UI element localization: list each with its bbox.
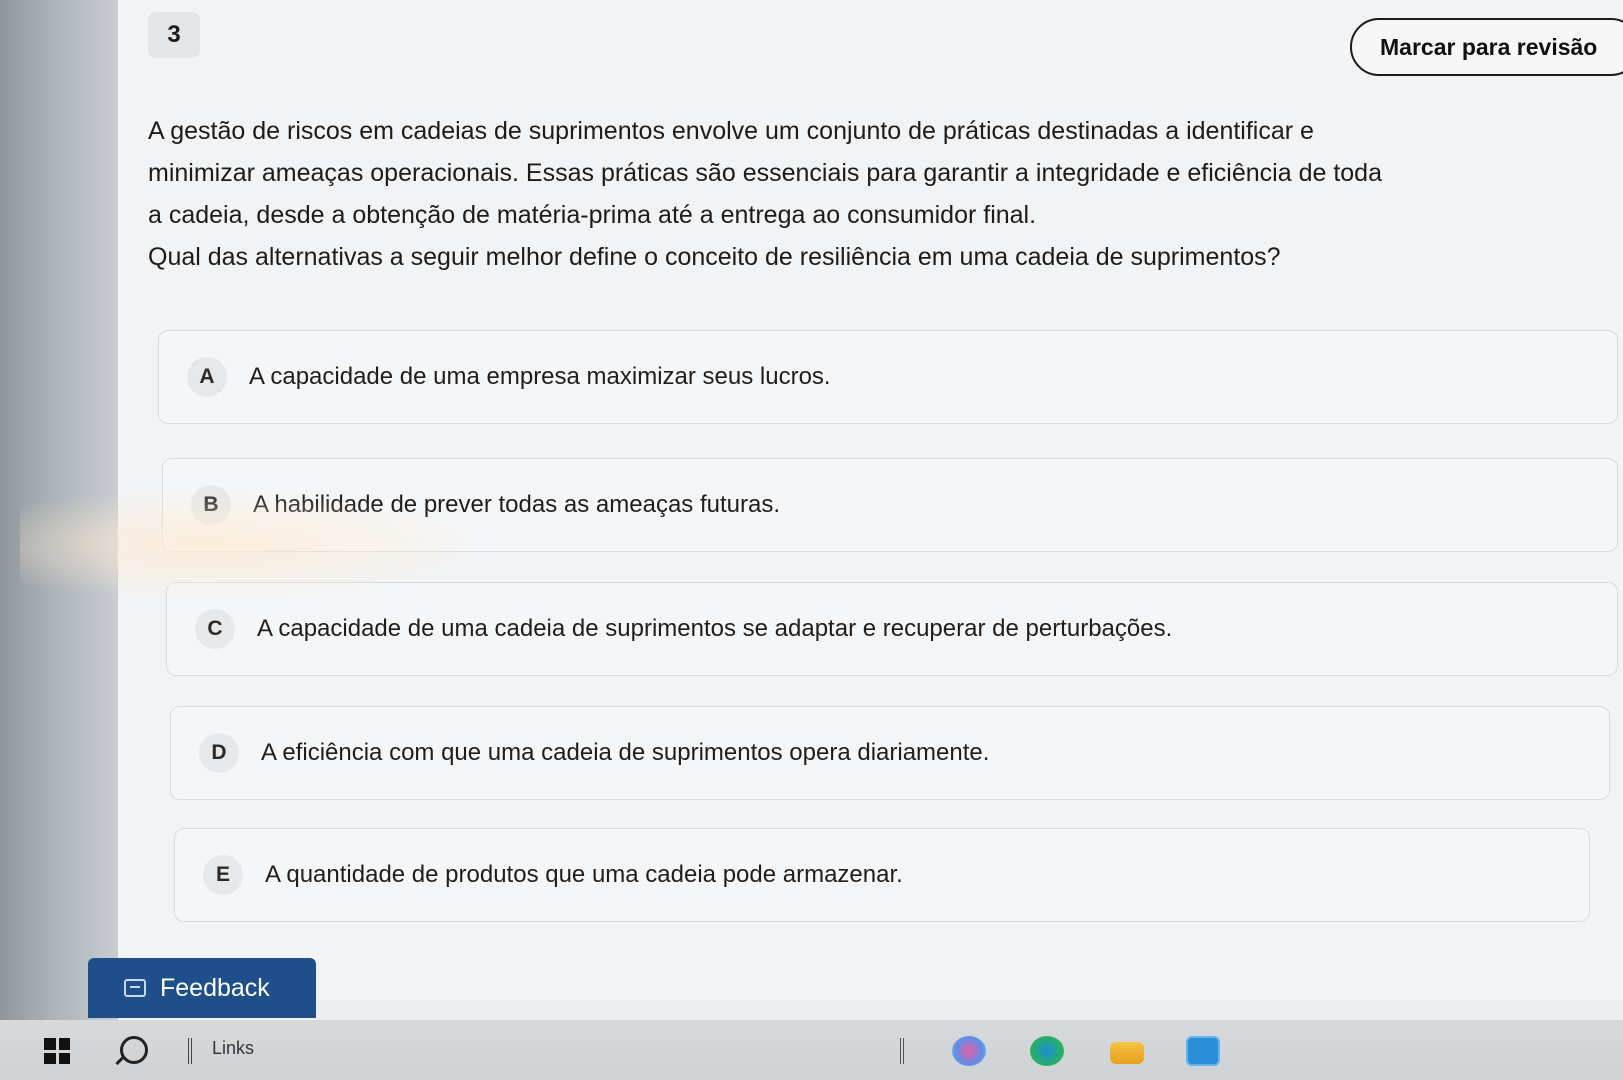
mark-for-review-button[interactable]: Marcar para revisão	[1350, 18, 1623, 76]
windows-start-icon[interactable]	[44, 1038, 70, 1064]
left-gutter	[0, 0, 118, 1080]
option-d[interactable]: D A eficiência com que uma cadeia de sup…	[170, 706, 1610, 800]
option-text: A capacidade de uma cadeia de suprimento…	[257, 615, 1173, 642]
feedback-label: Feedback	[160, 973, 270, 1002]
option-b[interactable]: B A habilidade de prever todas as ameaça…	[162, 458, 1618, 552]
option-text: A capacidade de uma empresa maximizar se…	[249, 363, 831, 390]
question-text: A gestão de riscos em cadeias de suprime…	[148, 110, 1618, 278]
option-letter: B	[191, 485, 231, 525]
option-a[interactable]: A A capacidade de uma empresa maximizar …	[158, 330, 1618, 424]
copilot-icon[interactable]	[952, 1036, 986, 1066]
question-line-2: minimizar ameaças operacionais. Essas pr…	[148, 159, 1382, 187]
taskbar: Links	[0, 1020, 1623, 1080]
option-text: A quantidade de produtos que uma cadeia …	[265, 861, 903, 888]
option-letter: C	[195, 609, 235, 649]
option-letter: A	[187, 357, 227, 397]
store-icon[interactable]	[1186, 1036, 1220, 1066]
option-c[interactable]: C A capacidade de uma cadeia de suprimen…	[166, 582, 1618, 676]
file-explorer-icon[interactable]	[1110, 1042, 1144, 1064]
edge-icon[interactable]	[1030, 1036, 1064, 1066]
question-line-1: A gestão de riscos em cadeias de suprime…	[148, 117, 1314, 145]
question-line-3: a cadeia, desde a obtenção de matéria-pr…	[148, 201, 1037, 229]
question-number: 3	[148, 12, 200, 58]
feedback-button[interactable]: Feedback	[88, 958, 316, 1018]
question-prompt: Qual das alternativas a seguir melhor de…	[148, 243, 1281, 271]
search-icon[interactable]	[120, 1036, 148, 1064]
option-text: A eficiência com que uma cadeia de supri…	[261, 739, 990, 766]
taskbar-divider	[188, 1038, 192, 1064]
taskbar-divider	[900, 1038, 904, 1064]
option-e[interactable]: E A quantidade de produtos que uma cadei…	[174, 828, 1590, 922]
option-letter: D	[199, 733, 239, 773]
option-text: A habilidade de prever todas as ameaças …	[253, 491, 780, 518]
screen: 3 Marcar para revisão A gestão de riscos…	[0, 0, 1623, 1080]
feedback-icon	[124, 979, 146, 997]
links-toolbar[interactable]: Links	[212, 1038, 254, 1059]
option-letter: E	[203, 855, 243, 895]
